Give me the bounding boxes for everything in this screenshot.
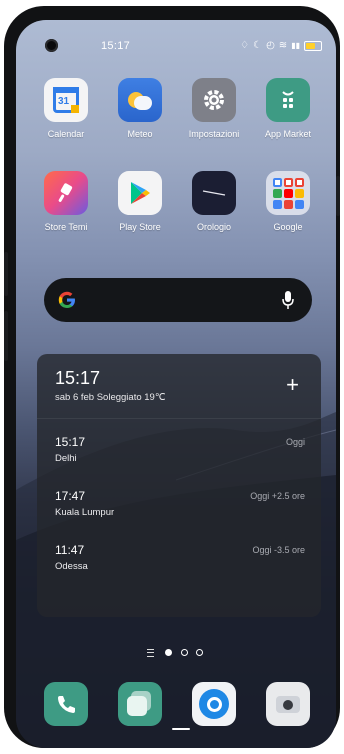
city-row[interactable]: 15:17 Delhi Oggi bbox=[55, 435, 305, 464]
app-impostazioni[interactable]: Impostazioni bbox=[179, 78, 249, 139]
app-market[interactable]: App Market bbox=[253, 78, 323, 139]
app-label: Impostazioni bbox=[188, 129, 240, 139]
status-icons: ♢ ☾ ◴ ≋ ▮▮ bbox=[240, 40, 322, 51]
app-label: App Market bbox=[264, 129, 312, 139]
clock-app-icon bbox=[192, 171, 236, 215]
clock-icon: ◴ bbox=[266, 40, 275, 51]
city-name: Delhi bbox=[55, 453, 77, 464]
app-google-folder[interactable]: Google bbox=[253, 171, 323, 232]
city-time: 15:17 bbox=[55, 435, 86, 449]
recents-icon bbox=[118, 682, 162, 726]
app-store-temi[interactable]: Store Temi bbox=[31, 171, 101, 232]
status-time: 15:17 bbox=[101, 40, 131, 52]
status-bar: 15:17 ♢ ☾ ◴ ≋ ▮▮ bbox=[16, 39, 336, 56]
app-label: Meteo bbox=[127, 129, 153, 139]
power-button bbox=[336, 176, 340, 216]
app-label: Play Store bbox=[119, 222, 161, 232]
google-g-icon bbox=[58, 291, 75, 308]
app-calendar[interactable]: 31 Calendar bbox=[31, 78, 101, 139]
camera-icon bbox=[266, 682, 310, 726]
app-play-store[interactable]: Play Store bbox=[105, 171, 175, 232]
city-offset: Oggi bbox=[285, 437, 305, 447]
volume-down-button bbox=[4, 311, 8, 361]
volume-up-button bbox=[4, 252, 8, 296]
app-market-icon bbox=[266, 78, 310, 122]
page-dot-active[interactable] bbox=[165, 649, 173, 657]
city-name: Odessa bbox=[55, 561, 88, 572]
app-label: Store Temi bbox=[44, 222, 88, 232]
alarm-icon: ♢ bbox=[240, 40, 250, 51]
city-row[interactable]: 11:47 Odessa Oggi -3.5 ore bbox=[55, 543, 305, 572]
add-city-button[interactable]: + bbox=[286, 372, 299, 398]
wifi-icon: ≋ bbox=[278, 40, 288, 51]
phone-icon bbox=[44, 682, 88, 726]
google-search-bar[interactable] bbox=[44, 278, 312, 322]
app-meteo[interactable]: Meteo bbox=[105, 78, 175, 139]
settings-icon bbox=[192, 78, 236, 122]
home-screen: 15:17 ♢ ☾ ◴ ≋ ▮▮ 31 Calendar Meteo Impos… bbox=[16, 20, 336, 748]
page-indicator[interactable] bbox=[16, 644, 336, 662]
app-label: Orologio bbox=[196, 222, 232, 232]
signal-icon: ▮▮ bbox=[291, 41, 300, 50]
app-label: Google bbox=[273, 222, 303, 232]
theme-store-icon bbox=[44, 171, 88, 215]
home-indicator[interactable] bbox=[172, 728, 190, 730]
page-dot[interactable] bbox=[196, 649, 204, 657]
world-clock-widget[interactable]: 15:17 sab 6 feb Soleggiato 19℃ + 15:17 D… bbox=[37, 354, 321, 617]
widget-time: 15:17 bbox=[55, 368, 101, 388]
dock-phone[interactable] bbox=[31, 682, 101, 733]
page-dot[interactable] bbox=[180, 649, 188, 657]
city-row[interactable]: 17:47 Kuala Lumpur Oggi +2.5 ore bbox=[55, 489, 305, 518]
mic-icon[interactable] bbox=[282, 290, 294, 310]
divider bbox=[37, 418, 321, 419]
dock-browser[interactable] bbox=[179, 682, 249, 733]
dock-camera[interactable] bbox=[253, 682, 323, 733]
calendar-icon: 31 bbox=[44, 78, 88, 122]
moon-icon: ☾ bbox=[253, 40, 263, 51]
app-orologio[interactable]: Orologio bbox=[179, 171, 249, 232]
calendar-date: 31 bbox=[58, 96, 70, 107]
city-offset: Oggi +2.5 ore bbox=[250, 491, 305, 501]
weather-icon bbox=[118, 78, 162, 122]
front-camera bbox=[45, 39, 58, 52]
phone-frame: 15:17 ♢ ☾ ◴ ≋ ▮▮ 31 Calendar Meteo Impos… bbox=[4, 6, 340, 748]
city-offset: Oggi -3.5 ore bbox=[252, 545, 305, 555]
app-label: Calendar bbox=[47, 129, 85, 139]
widget-date-weather: sab 6 feb Soleggiato 19℃ bbox=[55, 392, 166, 403]
battery-icon bbox=[304, 40, 322, 51]
drawer-menu-icon[interactable] bbox=[146, 648, 154, 657]
browser-icon bbox=[192, 682, 236, 726]
google-folder-icon bbox=[266, 171, 310, 215]
city-name: Kuala Lumpur bbox=[55, 507, 115, 518]
play-store-icon bbox=[118, 171, 162, 215]
dock-recents[interactable] bbox=[105, 682, 175, 733]
